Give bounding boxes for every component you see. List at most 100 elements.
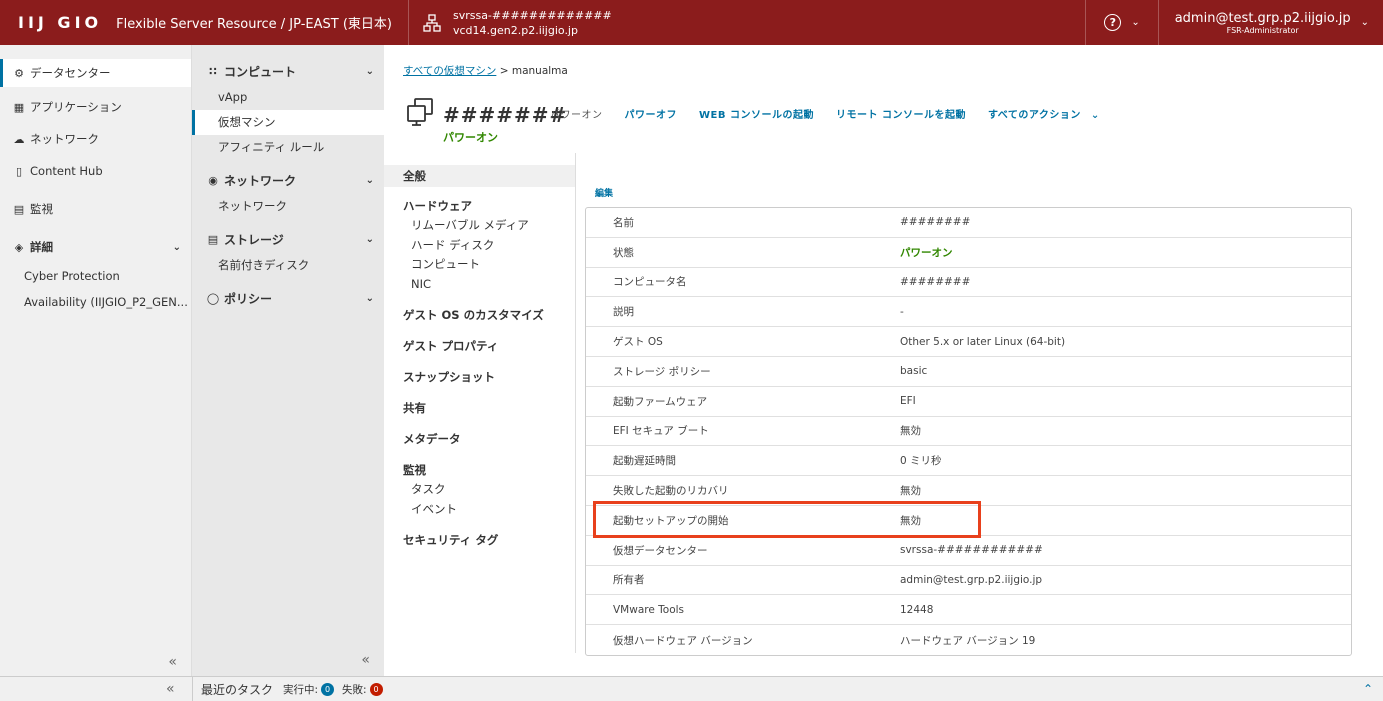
remote-console-button[interactable]: リモート コンソールを起動	[836, 106, 966, 121]
property-row: 仮想ハードウェア バージョン ハードウェア バージョン 19	[586, 625, 1351, 655]
section-snapshot[interactable]: スナップショット	[384, 368, 576, 387]
property-row: ゲスト OS Other 5.x or later Linux (64-bit)	[586, 327, 1351, 357]
all-actions-dropdown[interactable]: すべてのアクション ⌄	[988, 106, 1100, 121]
chevron-down-icon: ⌄	[365, 174, 374, 186]
section-metadata[interactable]: メタデータ	[384, 430, 576, 449]
property-key: 状態	[613, 246, 634, 259]
doc-icon: ▯	[15, 164, 23, 178]
header-divider	[407, 0, 409, 45]
section-security-tags[interactable]: セキュリティ タグ	[384, 531, 576, 550]
property-key: VMware Tools	[613, 603, 685, 616]
puzzle-icon: ◈	[14, 240, 24, 254]
sidebar-item-label: 詳細	[30, 240, 53, 254]
subnav-group-policy[interactable]: ◯ ポリシー ⌄	[192, 284, 384, 312]
primary-sidebar: ⚙ データセンター ▦ アプリケーション ☁ ネットワーク ▯ Content …	[0, 45, 192, 676]
property-key: 所有者	[613, 574, 645, 587]
property-value: Other 5.x or later Linux (64-bit)	[900, 335, 1066, 348]
collapse-subnav-icon[interactable]: «	[361, 652, 370, 668]
sidebar-item-network[interactable]: ☁ ネットワーク	[0, 123, 191, 155]
power-off-button[interactable]: パワーオフ	[625, 106, 678, 121]
property-key: 起動遅延時間	[613, 455, 676, 468]
chevron-down-icon: ⌄	[172, 241, 181, 253]
breadcrumb-separator: >	[499, 65, 509, 77]
property-row: 名前 ########	[586, 208, 1351, 238]
property-value: 無効	[900, 425, 921, 438]
collapse-icon[interactable]: «	[166, 681, 175, 697]
property-key: 起動セットアップの開始	[613, 514, 729, 527]
failed-count-badge[interactable]: 0	[369, 682, 383, 696]
breadcrumb-all-vms-link[interactable]: すべての仮想マシン	[403, 65, 496, 77]
section-removable-media[interactable]: リムーバブル メディア	[384, 216, 576, 236]
section-guest-properties[interactable]: ゲスト プロパティ	[384, 337, 576, 356]
chevron-down-icon: ⌄	[1090, 110, 1100, 121]
property-value: ########	[900, 216, 971, 229]
property-row: 起動遅延時間 0 ミリ秒	[586, 446, 1351, 477]
expand-tasks-icon[interactable]: ⌃	[1363, 682, 1373, 696]
collapse-sidebar-icon[interactable]: «	[168, 654, 177, 670]
network-icon: ◉	[208, 173, 218, 187]
section-events[interactable]: イベント	[384, 500, 576, 520]
subnav-group-label: コンピュート	[224, 64, 297, 79]
subnav-item-vm[interactable]: 仮想マシン	[192, 110, 384, 135]
property-row: コンピュータ名 ########	[586, 268, 1351, 298]
iij-gio-logo[interactable]: IIJ GIO	[18, 13, 102, 32]
subnav-group-storage[interactable]: ▤ ストレージ ⌄	[192, 225, 384, 253]
bottom-divider	[192, 677, 193, 701]
user-name: admin@test.grp.p2.iijgio.jp	[1174, 10, 1351, 26]
sidebar-item-datacenter[interactable]: ⚙ データセンター	[0, 59, 191, 87]
section-nic[interactable]: NIC	[384, 275, 576, 295]
sidebar-item-label: Cyber Protection	[24, 269, 120, 283]
subnav-item-network[interactable]: ネットワーク	[192, 194, 384, 219]
edit-button[interactable]: 編集	[595, 186, 613, 199]
subnav-group-compute[interactable]: ∷ コンピュート ⌄	[192, 57, 384, 85]
property-row: VMware Tools 12448	[586, 595, 1351, 626]
help-menu[interactable]: ? ⌄	[1085, 0, 1157, 45]
organization-info[interactable]: svrssa-############# vcd14.gen2.p2.iijgi…	[453, 8, 612, 38]
property-value: パワーオン	[900, 246, 953, 259]
power-on-button[interactable]: パワーオン	[550, 106, 603, 121]
subnav-item-affinity[interactable]: アフィニティ ルール	[192, 135, 384, 160]
property-row: 仮想データセンター svrssa-############	[586, 536, 1351, 566]
section-hard-disk[interactable]: ハード ディスク	[384, 236, 576, 256]
subnav-item-vapp[interactable]: vApp	[192, 85, 384, 110]
property-key: ストレージ ポリシー	[613, 365, 711, 378]
property-key: 説明	[613, 306, 634, 319]
datacenter-icon: ⚙	[14, 66, 24, 80]
sidebar-item-cyber-protection[interactable]: Cyber Protection	[0, 263, 191, 289]
section-monitor[interactable]: 監視	[384, 461, 576, 480]
section-share[interactable]: 共有	[384, 399, 576, 418]
grid-icon: ▦	[13, 100, 25, 114]
chevron-down-icon: ⌄	[365, 292, 374, 304]
sidebar-item-availability[interactable]: Availability (IIJGIO_P2_GEN...	[0, 289, 191, 315]
user-menu[interactable]: admin@test.grp.p2.iijgio.jp FSR-Administ…	[1157, 0, 1383, 45]
vm-actions-toolbar: パワーオン パワーオフ WEB コンソールの起動 リモート コンソールを起動 す…	[550, 106, 1122, 121]
running-count-badge[interactable]: 0	[321, 682, 335, 696]
sidebar-item-label: 監視	[30, 202, 53, 216]
property-key: 仮想データセンター	[613, 544, 708, 557]
user-role: FSR-Administrator	[1226, 25, 1299, 35]
subnav-group-label: ネットワーク	[224, 173, 297, 188]
sidebar-item-applications[interactable]: ▦ アプリケーション	[0, 91, 191, 123]
main-content: すべての仮想マシン > manualma ####### パワーオン パワーオン…	[384, 45, 1383, 676]
breadcrumb-current: manualma	[511, 65, 568, 77]
property-value: ########	[900, 275, 971, 288]
sidebar-item-monitor[interactable]: ▤ 監視	[0, 193, 191, 225]
web-console-button[interactable]: WEB コンソールの起動	[699, 106, 814, 121]
vm-icon	[407, 98, 433, 126]
section-guest-os-customization[interactable]: ゲスト OS のカスタマイズ	[384, 306, 576, 325]
task-counters: 実行中: 0 失敗: 0	[283, 682, 391, 697]
section-general[interactable]: 全般	[384, 165, 576, 187]
property-value: 0 ミリ秒	[900, 455, 942, 468]
recent-tasks-toggle[interactable]: 最近のタスク	[201, 681, 273, 698]
sidebar-item-content-hub[interactable]: ▯ Content Hub	[0, 155, 191, 187]
section-tasks[interactable]: タスク	[384, 480, 576, 500]
subnav-group-label: ポリシー	[224, 291, 273, 306]
organization-host: vcd14.gen2.p2.iijgio.jp	[452, 23, 578, 37]
property-value: svrssa-############	[900, 544, 1043, 557]
subnav-item-named-disk[interactable]: 名前付きディスク	[192, 253, 384, 278]
subnav-group-network[interactable]: ◉ ネットワーク ⌄	[192, 166, 384, 194]
sidebar-group-details[interactable]: ◈ 詳細 ⌄	[0, 231, 191, 263]
section-compute[interactable]: コンピュート	[384, 255, 576, 275]
section-hardware[interactable]: ハードウェア	[384, 197, 576, 216]
property-value: EFI	[900, 395, 916, 408]
